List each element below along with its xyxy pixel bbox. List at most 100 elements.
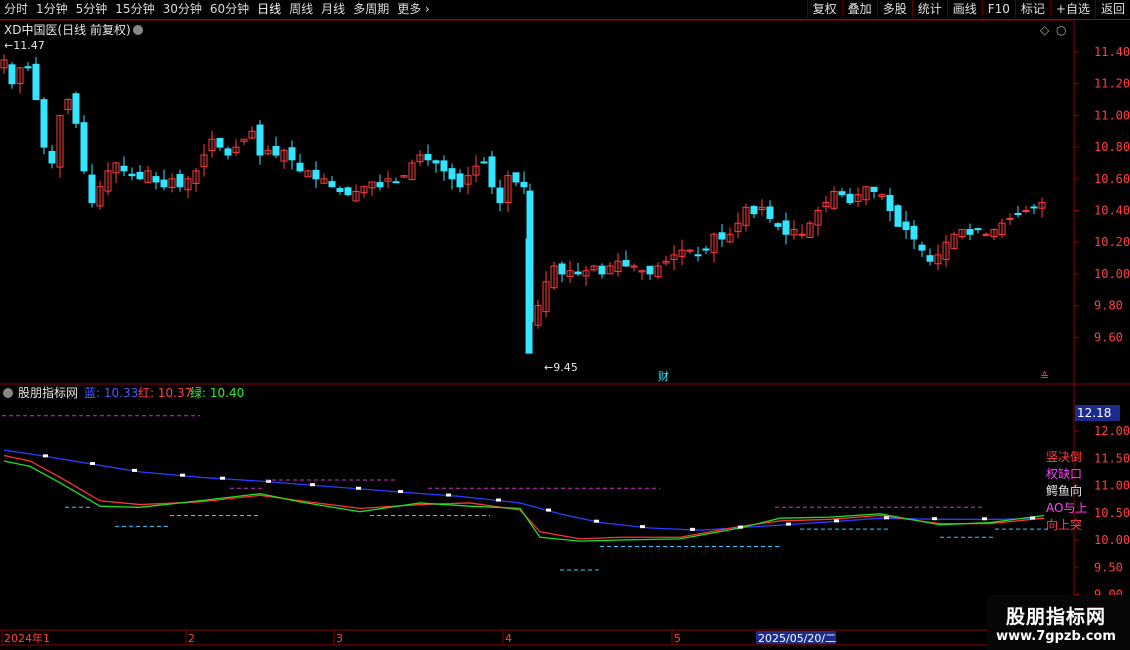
toolbar-button-1[interactable]: 叠加 xyxy=(841,0,877,18)
candle-gap-down xyxy=(525,238,533,354)
candle-body xyxy=(424,154,432,161)
candle-body xyxy=(456,173,464,188)
ind-tick-label: 12.00 xyxy=(1094,424,1130,438)
toolbar-button-4[interactable]: 画线 xyxy=(946,0,982,18)
date-label: 2024年1 xyxy=(4,631,50,645)
signal-marker xyxy=(884,516,889,520)
toolbar-right-buttons: 复权 叠加 多股 统计 画线 F10 标记 +自选 返回 xyxy=(806,0,1130,19)
ind-tick-label: 10.00 xyxy=(1094,533,1130,547)
price-tick-label: 10.40 xyxy=(1094,204,1130,218)
candle-body xyxy=(272,146,280,156)
toolbar-button-0[interactable]: 复权 xyxy=(806,0,842,18)
candle-body xyxy=(288,147,296,161)
candle-body xyxy=(966,229,974,235)
signal-marker xyxy=(640,525,645,529)
blue-value: 蓝: 10.33 xyxy=(84,386,138,400)
tab-0[interactable]: 分时 xyxy=(0,0,32,19)
candle-body xyxy=(982,233,990,236)
candle-body xyxy=(8,64,16,85)
candle-body xyxy=(344,187,352,196)
candle-body xyxy=(750,205,758,215)
signal-marker xyxy=(496,498,501,502)
toolbar-button-7[interactable]: +自选 xyxy=(1049,0,1095,18)
candle-body xyxy=(782,220,790,235)
indicator-name: 股朋指标网 xyxy=(18,385,78,400)
circle-icon: ○ xyxy=(1056,23,1066,37)
candle-body xyxy=(256,124,264,156)
candle-body xyxy=(440,160,448,172)
price-tick-label: 11.20 xyxy=(1094,77,1130,91)
candle-body xyxy=(512,172,520,183)
candle-body xyxy=(152,176,160,183)
candle-body xyxy=(496,187,504,204)
period-tabs: 分时 1分钟 5分钟 15分钟 30分钟 60分钟 日线 周线 月线 多周期 更多 › xyxy=(0,0,434,19)
candle-body xyxy=(574,271,582,275)
green-value: 绿: 10.40 xyxy=(190,385,244,400)
ind-tick-label: 10.50 xyxy=(1094,506,1130,520)
candle-body xyxy=(328,181,336,188)
candle-body xyxy=(918,244,926,251)
diamond-icon: ◇ xyxy=(1040,23,1050,37)
candle-body xyxy=(598,265,606,275)
candle-body xyxy=(974,228,982,231)
candle-body xyxy=(646,265,654,275)
signal-marker xyxy=(90,462,95,466)
candle-body xyxy=(520,181,528,188)
signal-marker xyxy=(594,519,599,523)
candle-body xyxy=(694,254,702,257)
candle-body xyxy=(1014,212,1022,215)
signal-marker xyxy=(356,486,361,490)
signal-marker xyxy=(546,508,551,512)
tab-4[interactable]: 30分钟 xyxy=(159,0,206,19)
signal-marker xyxy=(310,483,315,487)
candle-body xyxy=(216,137,224,148)
candle-body xyxy=(48,150,56,164)
candle-body xyxy=(926,255,934,262)
toolbar-button-5[interactable]: F10 xyxy=(981,0,1015,18)
price-tick-label: 9.80 xyxy=(1094,299,1123,313)
ind-tick-label: 9.50 xyxy=(1094,560,1123,574)
price-tick-label: 10.60 xyxy=(1094,172,1130,186)
tab-10[interactable]: 更多 › xyxy=(393,0,434,19)
toolbar-button-8[interactable]: 返回 xyxy=(1094,0,1130,18)
candle-body xyxy=(432,160,440,164)
candle-body xyxy=(72,93,80,124)
candle-body xyxy=(894,205,902,227)
tab-7[interactable]: 周线 xyxy=(285,0,317,19)
toolbar-button-6[interactable]: 标记 xyxy=(1014,0,1050,18)
chart-canvas[interactable]: 11.40 11.20 11.00 10.80 10.60 10.40 10.20 10.00… xyxy=(0,0,1130,650)
candle-body xyxy=(846,193,854,204)
date-label: 3 xyxy=(336,632,343,645)
tab-6[interactable]: 日线 xyxy=(253,0,285,19)
candle-body xyxy=(870,186,878,192)
tab-9[interactable]: 多周期 xyxy=(349,0,393,19)
title-dropdown-icon xyxy=(133,25,143,35)
indicator-note: 权缺口 xyxy=(1046,466,1082,481)
candle-body xyxy=(176,174,184,188)
tab-3[interactable]: 15分钟 xyxy=(111,0,158,19)
ind-tick-label: 11.00 xyxy=(1094,479,1130,493)
indicator-note: 竖决倒 xyxy=(1046,450,1082,464)
price-tick-label: 11.40 xyxy=(1094,45,1130,59)
toolbar-button-2[interactable]: 多股 xyxy=(876,0,912,18)
signal-marker xyxy=(398,490,403,494)
toolbar-button-3[interactable]: 统计 xyxy=(911,0,947,18)
candle-body xyxy=(336,188,344,192)
tab-5[interactable]: 60分钟 xyxy=(206,0,253,19)
indicator-dropdown-icon xyxy=(3,388,13,398)
candle-body xyxy=(558,263,566,275)
candle-body xyxy=(910,225,918,240)
price-tick-label: 10.20 xyxy=(1094,235,1130,249)
main-title: XD中国医(日线 前复权) xyxy=(4,22,131,37)
candle-body xyxy=(774,223,782,227)
red-value: 红: 10.37 xyxy=(138,385,192,400)
tab-1[interactable]: 1分钟 xyxy=(32,0,72,19)
tab-2[interactable]: 5分钟 xyxy=(72,0,112,19)
candle-body xyxy=(1030,206,1038,209)
candle-body xyxy=(886,195,894,212)
tab-8[interactable]: 月线 xyxy=(317,0,349,19)
price-tick-label: 11.00 xyxy=(1094,108,1130,122)
date-label: 4 xyxy=(505,632,512,645)
candle-body xyxy=(480,161,488,164)
candle-body xyxy=(128,173,136,177)
